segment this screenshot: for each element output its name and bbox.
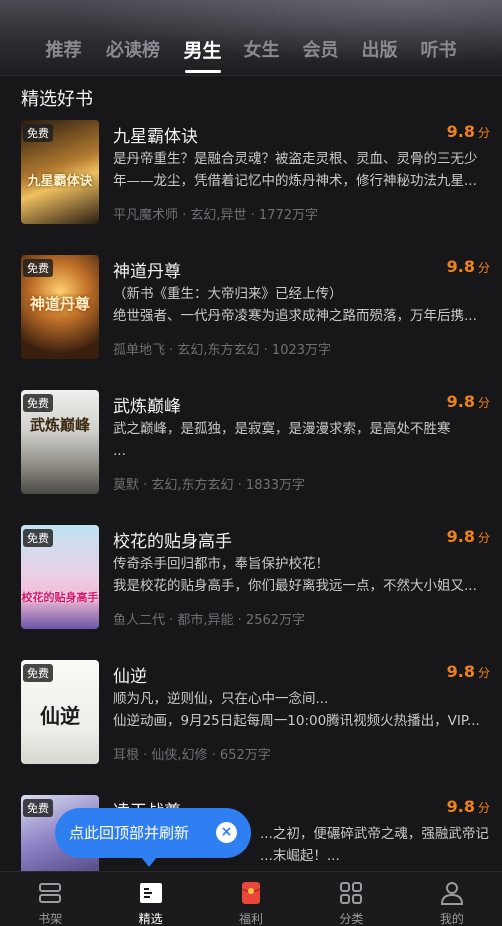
book-score: 9.8 分 — [447, 527, 490, 546]
user-icon — [440, 882, 463, 905]
book-title[interactable]: 仙逆 — [113, 662, 147, 687]
book-description: 顺为凡，逆则仙，只在心中一念间... 仙逆动画，9月25日起每周一10:00腾讯… — [113, 688, 493, 732]
description-line: ... — [113, 443, 126, 459]
book-description: 是丹帝重生？是融合灵魂？被盗走灵根、灵血、灵骨的三无少 年——龙尘，凭借着记忆中… — [113, 148, 493, 192]
tab-must-read[interactable]: 必读榜 — [93, 37, 173, 65]
score-unit: 分 — [477, 666, 490, 680]
description-line: 传奇杀手回归都市，奉旨保护校花！ — [113, 556, 329, 572]
tab-female[interactable]: 女生 — [232, 37, 291, 65]
book-meta: 平凡魔术师 · 玄幻,异世 · 1772万字 — [113, 208, 319, 223]
book-cover[interactable]: 免费 九星霸体诀 — [21, 120, 99, 224]
nav-label: 分类 — [339, 912, 364, 926]
nav-label: 福利 — [239, 912, 264, 926]
tab-publish[interactable]: 出版 — [350, 37, 409, 65]
back-to-top-toast[interactable]: 点此回顶部并刷新 × — [55, 808, 251, 867]
book-meta: 莫默 · 玄幻,东方玄幻 · 1833万字 — [113, 478, 306, 493]
nav-category[interactable]: 分类 — [301, 872, 401, 926]
book-meta: 孤单地飞 · 玄幻,东方玄幻 · 1023万字 — [113, 343, 332, 358]
bookshelf-icon — [39, 883, 62, 903]
score-unit: 分 — [477, 261, 490, 275]
score-unit: 分 — [477, 126, 490, 140]
free-badge: 免费 — [23, 394, 53, 412]
nav-label: 书架 — [38, 912, 63, 926]
book-item[interactable]: 免费 九星霸体诀 九星霸体诀 9.8 分 是丹帝重生？是融合灵魂？被盗走灵根、灵血… — [0, 120, 502, 230]
book-title[interactable]: 九星霸体诀 — [113, 122, 198, 147]
free-badge: 免费 — [23, 799, 53, 817]
book-description: （新书《重生：大帝归来》已经上传） 绝世强者、一代丹帝凌寒为追求成神之路而殒落，… — [113, 283, 493, 327]
nav-featured[interactable]: 精选 — [100, 872, 200, 926]
book-meta: 耳根 · 仙侠,幻修 · 652万字 — [113, 748, 271, 763]
description-line: 武之巅峰，是孤独，是寂寞，是漫漫求索，是高处不胜寒 — [113, 421, 451, 437]
book-description: 武之巅峰，是孤独，是寂寞，是漫漫求索，是高处不胜寒 ... — [113, 418, 493, 462]
nav-label: 精选 — [138, 912, 163, 926]
description-line: ...末崛起！... — [260, 848, 340, 864]
description-line: 绝世强者、一代丹帝凌寒为追求成神之路而殒落，万年后携... — [113, 308, 477, 324]
nav-bookshelf[interactable]: 书架 — [0, 872, 100, 926]
book-meta: 鱼人二代 · 都市,异能 · 2562万字 — [113, 613, 306, 628]
description-line: （新书《重生：大帝归来》已经上传） — [113, 286, 343, 302]
book-title[interactable]: 校花的贴身高手 — [113, 527, 232, 552]
grid-icon — [340, 882, 363, 904]
cover-title: 武炼巅峰 — [29, 416, 90, 434]
book-description: 传奇杀手回归都市，奉旨保护校花！ 我是校花的贴身高手，你们最好离我远一点，不然大… — [113, 553, 493, 597]
nav-label: 我的 — [439, 912, 464, 926]
cover-title: 仙逆 — [40, 704, 80, 728]
description-line: 年——龙尘，凭借着记忆中的炼丹神术，修行神秘功法九星... — [113, 173, 477, 189]
tab-recommend[interactable]: 推荐 — [34, 37, 93, 65]
score-value: 9.8 — [446, 122, 475, 141]
top-bar: 推荐 必读榜 男生 女生 会员 出版 听书 — [0, 0, 502, 76]
description-line: 是丹帝重生？是融合灵魂？被盗走灵根、灵血、灵骨的三无少 — [113, 151, 478, 167]
book-cover[interactable]: 免费 神道丹尊 — [21, 255, 99, 359]
active-tab-indicator — [184, 70, 221, 73]
tab-member[interactable]: 会员 — [291, 37, 350, 65]
description-line: 顺为凡，逆则仙，只在心中一念间... — [113, 691, 329, 707]
tab-male-label: 男生 — [183, 40, 222, 62]
tab-audiobook[interactable]: 听书 — [409, 37, 468, 65]
free-badge: 免费 — [23, 529, 53, 547]
cover-title: 校花的贴身高手 — [21, 591, 99, 604]
score-value: 9.8 — [446, 662, 475, 681]
tab-male[interactable]: 男生 — [173, 37, 232, 73]
score-value: 9.8 — [446, 392, 475, 411]
description-line: ...之初，便碾碎武帝之魂，强融武帝记 — [260, 826, 489, 842]
book-item[interactable]: 免费 神道丹尊 神道丹尊 9.8 分 （新书《重生：大帝归来》已经上传） 绝世强者… — [0, 255, 502, 365]
book-score: 9.8 分 — [447, 392, 490, 411]
book-item[interactable]: 免费 仙逆 仙逆 9.8 分 顺为凡，逆则仙，只在心中一念间... 仙逆动画，9月… — [0, 660, 502, 770]
nav-profile[interactable]: 我的 — [402, 872, 502, 926]
score-unit: 分 — [477, 396, 490, 410]
book-title[interactable]: 神道丹尊 — [113, 257, 181, 282]
book-description: ...之初，便碾碎武帝之魂，强融武帝记 ...末崛起！... — [260, 823, 490, 867]
book-title[interactable]: 武炼巅峰 — [113, 392, 181, 417]
close-icon[interactable]: × — [216, 822, 237, 843]
cover-title: 神道丹尊 — [29, 295, 90, 313]
book-cover[interactable]: 免费 武炼巅峰 — [21, 390, 99, 494]
score-value: 9.8 — [446, 527, 475, 546]
book-item[interactable]: 免费 校花的贴身高手 校花的贴身高手 9.8 分 传奇杀手回归都市，奉旨保护校花！… — [0, 525, 502, 635]
section-title: 精选好书 — [21, 89, 93, 110]
book-cover[interactable]: 免费 校花的贴身高手 — [21, 525, 99, 629]
toast-text: 点此回顶部并刷新 — [69, 824, 190, 842]
red-envelope-icon — [241, 882, 261, 904]
score-unit: 分 — [477, 531, 490, 545]
score-value: 9.8 — [446, 257, 475, 276]
bottom-nav: 书架 精选 福利 分类 我的 — [0, 871, 502, 926]
book-score: 9.8 分 — [447, 122, 490, 141]
free-badge: 免费 — [23, 664, 53, 682]
score-value: 9.8 — [446, 797, 475, 816]
description-line: 我是校花的贴身高手，你们最好离我远一点，不然大小姐又... — [113, 578, 477, 594]
book-cover[interactable]: 免费 仙逆 — [21, 660, 99, 764]
book-item[interactable]: 免费 武炼巅峰 武炼巅峰 9.8 分 武之巅峰，是孤独，是寂寞，是漫漫求索，是高处… — [0, 390, 502, 500]
description-line: 仙逆动画，9月25日起每周一10:00腾讯视频火热播出，VIP... — [113, 713, 480, 729]
book-score: 9.8 分 — [447, 662, 490, 681]
cover-title: 九星霸体诀 — [27, 174, 93, 189]
book-score: 9.8 分 — [447, 257, 490, 276]
score-unit: 分 — [477, 801, 490, 815]
book-score: 9.8 分 — [447, 797, 490, 816]
free-badge: 免费 — [23, 259, 53, 277]
book-open-icon — [139, 883, 162, 903]
category-tabs: 推荐 必读榜 男生 女生 会员 出版 听书 — [0, 37, 502, 73]
free-badge: 免费 — [23, 124, 53, 142]
nav-welfare[interactable]: 福利 — [201, 872, 301, 926]
